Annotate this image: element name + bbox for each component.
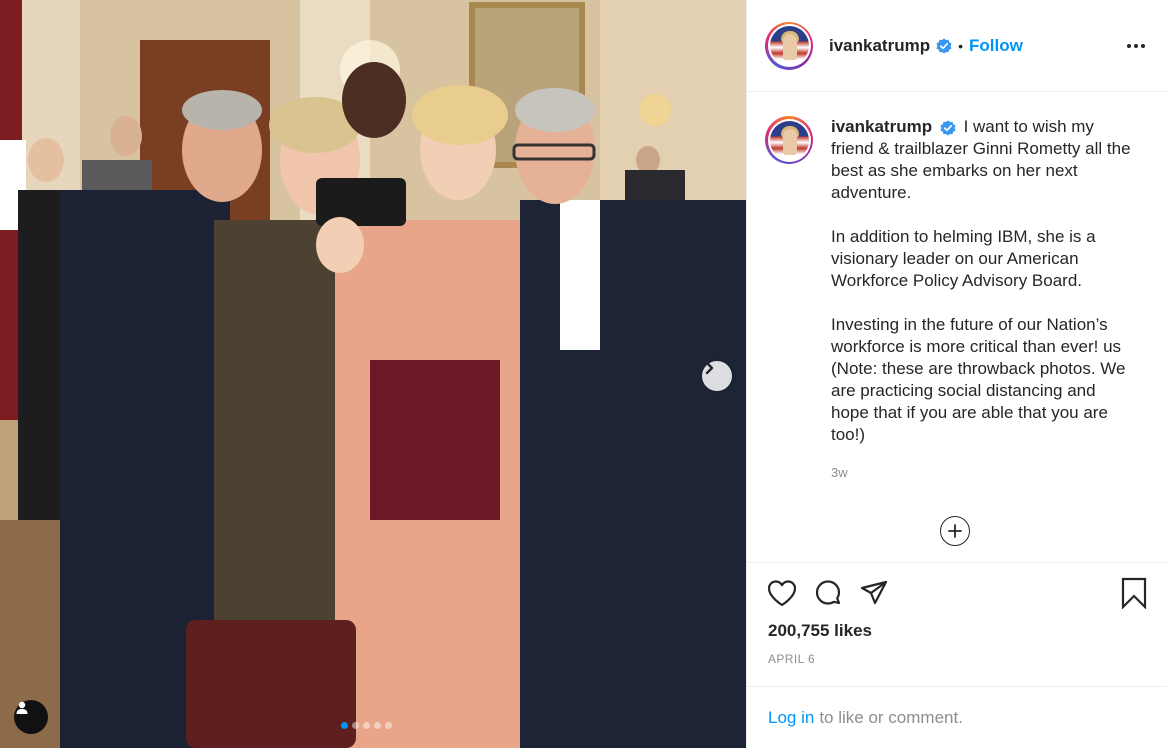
comments-section: ivankatrump I want to wish my friend & t…	[747, 92, 1167, 562]
caption-timestamp[interactable]: 3w	[831, 462, 1131, 484]
post-actions-area: 200,755 likes APRIL 6	[747, 562, 1167, 666]
heart-icon[interactable]	[767, 579, 797, 607]
chevron-right-icon	[705, 361, 714, 375]
header-username[interactable]: ivankatrump	[829, 36, 930, 56]
carousel-dot	[385, 722, 392, 729]
caption-paragraph: In addition to helming IBM, she is a vis…	[831, 227, 1096, 290]
user-tag-button[interactable]	[14, 700, 48, 734]
verified-badge-icon	[940, 120, 956, 136]
caption-avatar[interactable]	[765, 116, 813, 164]
post-photo[interactable]	[0, 0, 746, 748]
bookmark-icon[interactable]	[1120, 577, 1148, 609]
caption-username[interactable]: ivankatrump	[831, 117, 932, 136]
follow-button[interactable]: Follow	[969, 36, 1023, 56]
carousel-dot	[341, 722, 348, 729]
photo-illustration	[0, 0, 746, 748]
carousel-dot	[363, 722, 370, 729]
avatar[interactable]	[765, 21, 813, 70]
comment-icon[interactable]	[813, 578, 843, 608]
login-prompt-text: to like or comment.	[819, 707, 963, 727]
caption-paragraph: Investing in the future of our Nation’s …	[831, 315, 1126, 444]
caption: ivankatrump I want to wish my friend & t…	[765, 116, 1149, 484]
load-more-comments-button[interactable]	[940, 516, 970, 546]
carousel-dot	[374, 722, 381, 729]
post-date[interactable]: APRIL 6	[747, 652, 1167, 666]
action-bar	[747, 563, 1167, 623]
post-header: ivankatrump • Follow	[747, 0, 1167, 92]
carousel-next-button[interactable]	[702, 361, 732, 391]
login-prompt: Log in to like or comment.	[747, 686, 1167, 748]
plus-circle-icon	[948, 524, 962, 538]
carousel-dot	[352, 722, 359, 729]
login-link[interactable]: Log in	[768, 708, 814, 728]
likes-count[interactable]: 200,755 likes	[747, 621, 1167, 641]
paper-plane-icon[interactable]	[859, 579, 889, 607]
carousel-indicator	[341, 722, 392, 729]
user-tag-icon	[16, 701, 28, 714]
caption-body: ivankatrump I want to wish my friend & t…	[831, 116, 1131, 484]
post-side-panel: ivankatrump • Follow ivankatrump I want …	[746, 0, 1167, 748]
header-separator: •	[958, 37, 963, 54]
more-options-icon[interactable]	[1123, 40, 1149, 52]
verified-badge-icon	[936, 38, 952, 54]
